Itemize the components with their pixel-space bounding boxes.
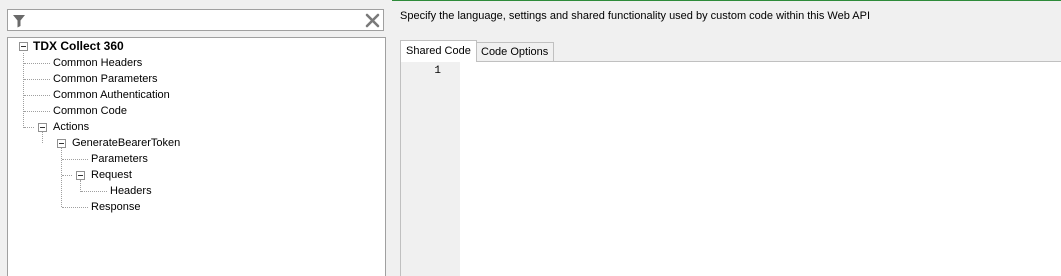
tab-label: Code Options [481, 46, 549, 58]
tree-node-request[interactable]: Request [91, 167, 132, 183]
tree-filter-box[interactable] [7, 9, 384, 31]
filter-icon [12, 14, 26, 28]
tree-node-common-parameters[interactable]: Common Parameters [53, 71, 158, 87]
tree-node-label: Actions [53, 121, 90, 133]
api-tree-view[interactable]: TDX Collect 360 Common Headers Common Pa… [7, 37, 386, 276]
tree-connector [62, 207, 88, 208]
tree-node-label: Common Code [53, 105, 127, 117]
tree-node-label: Common Parameters [53, 73, 158, 85]
tree-node-label: Request [91, 169, 132, 181]
tree-connector [24, 63, 50, 64]
tree-connector [24, 95, 50, 96]
tree-node-root[interactable]: TDX Collect 360 [33, 38, 124, 54]
top-accent-line [392, 0, 1061, 1]
tab-code-options[interactable]: Code Options [475, 42, 555, 62]
tree-connector [24, 111, 50, 112]
collapse-toggle[interactable] [76, 171, 85, 180]
collapse-toggle[interactable] [38, 123, 47, 132]
tree-connector [62, 175, 72, 176]
code-text-area[interactable] [465, 65, 1061, 276]
tree-node-parameters[interactable]: Parameters [91, 151, 148, 167]
tree-connector [42, 132, 43, 143]
collapse-toggle[interactable] [19, 42, 28, 51]
tree-node-label: Parameters [91, 153, 148, 165]
tree-node-label: Common Authentication [53, 89, 170, 101]
tree-node-label: Headers [110, 185, 152, 197]
tree-node-common-authentication[interactable]: Common Authentication [53, 87, 170, 103]
close-icon[interactable] [365, 13, 380, 28]
line-number: 1 [434, 65, 441, 77]
tab-shared-code[interactable]: Shared Code [400, 40, 477, 62]
tree-node-headers[interactable]: Headers [110, 183, 152, 199]
tree-node-common-headers[interactable]: Common Headers [53, 55, 142, 71]
tree-node-label: Response [91, 201, 141, 213]
tree-node-actions[interactable]: Actions [53, 119, 89, 135]
tree-node-generate-bearer-token[interactable]: GenerateBearerToken [72, 135, 180, 151]
tree-connector [24, 127, 34, 128]
tree-connector [61, 148, 62, 207]
tree-filter-input[interactable] [30, 12, 360, 28]
tree-node-response[interactable]: Response [91, 199, 141, 215]
tree-node-label: GenerateBearerToken [72, 137, 181, 149]
tree-node-common-code[interactable]: Common Code [53, 103, 127, 119]
tree-connector [62, 159, 88, 160]
tree-connector [23, 53, 24, 128]
tree-connector [81, 191, 107, 192]
collapse-toggle[interactable] [57, 139, 66, 148]
tree-connector [24, 79, 50, 80]
tree-node-label: TDX Collect 360 [33, 39, 124, 53]
web-api-editor-window: TDX Collect 360 Common Headers Common Pa… [0, 0, 1061, 276]
tab-label: Shared Code [406, 45, 471, 57]
section-description: Specify the language, settings and share… [400, 10, 871, 22]
code-editor[interactable]: 1 [400, 61, 1061, 276]
line-number-gutter: 1 [401, 62, 460, 276]
tree-node-label: Common Headers [53, 57, 143, 69]
